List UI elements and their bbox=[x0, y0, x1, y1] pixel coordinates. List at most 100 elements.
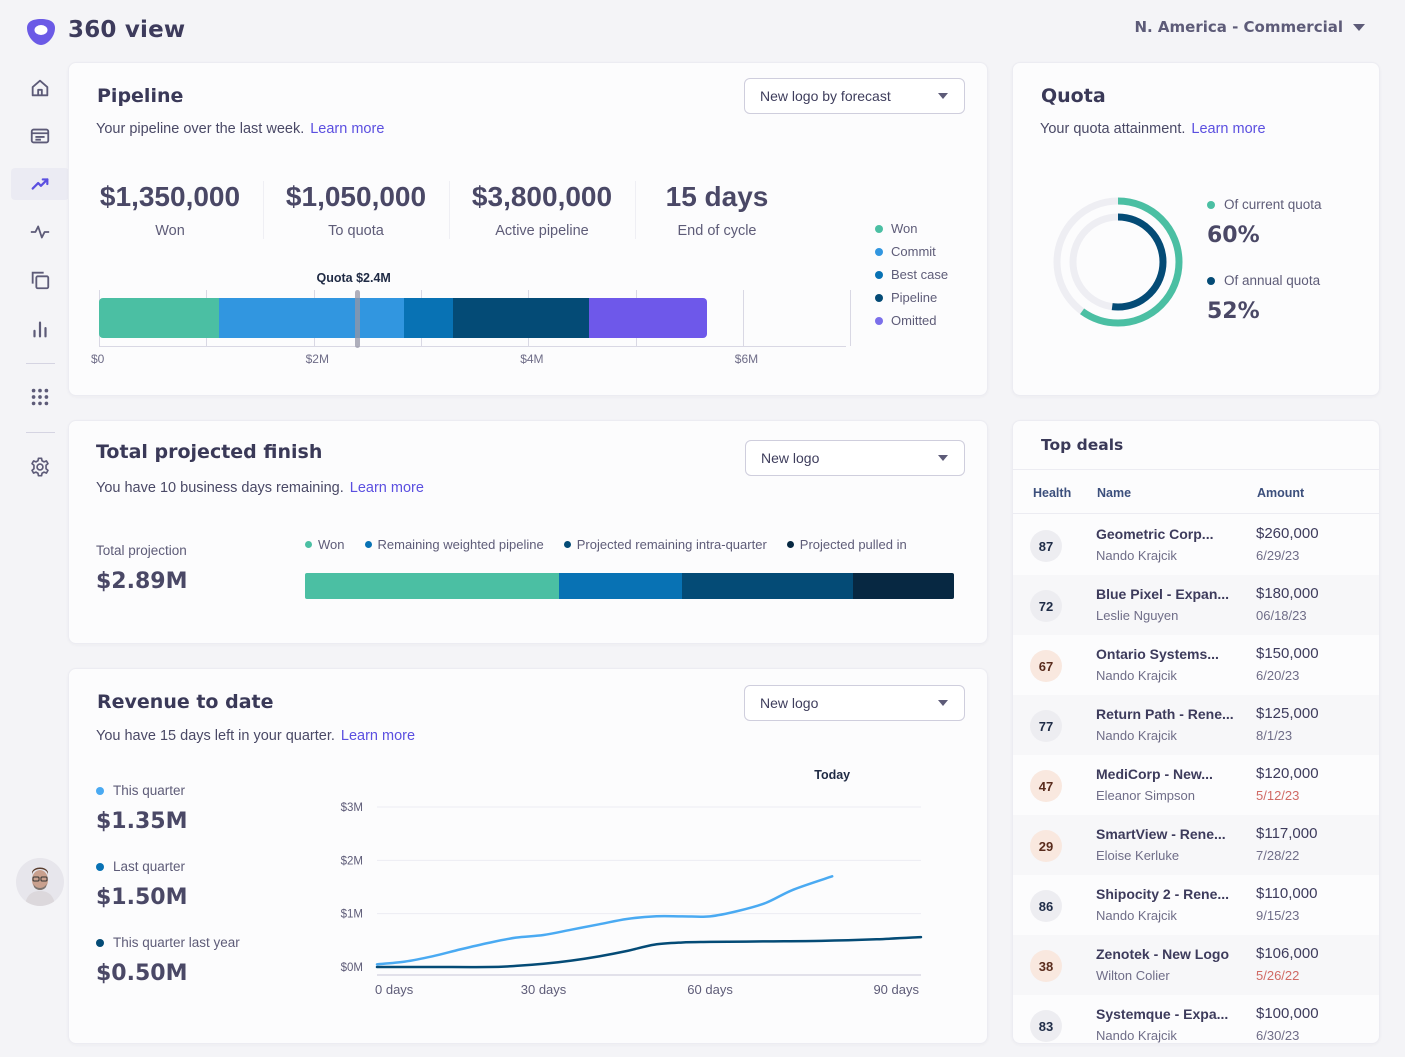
last-quarter-value: $1.50M bbox=[96, 885, 188, 910]
revenue-learn-more-link[interactable]: Learn more bbox=[341, 728, 415, 744]
y-tick-label: $3M bbox=[341, 802, 363, 814]
deal-row[interactable]: 77 Return Path - Rene... Nando Krajcik $125… bbox=[1013, 695, 1379, 755]
x-tick-label: 30 days bbox=[521, 982, 567, 997]
region-selector[interactable]: N. America - Commercial bbox=[1134, 18, 1365, 36]
x-axis-line bbox=[99, 346, 846, 347]
projected-title: Total projected finish bbox=[96, 441, 323, 463]
sidebar-item-inbox[interactable] bbox=[11, 120, 69, 152]
pipeline-chart: Quota $2.4M $0 $2M $4M $6M bbox=[91, 268, 852, 378]
sidebar-item-settings[interactable] bbox=[11, 451, 69, 483]
total-projection-value: $2.89M bbox=[96, 569, 188, 594]
pulse-icon bbox=[30, 225, 50, 239]
deal-owner: Nando Krajcik bbox=[1096, 908, 1177, 923]
revenue-card: Revenue to date You have 15 days left in… bbox=[68, 668, 988, 1044]
deal-row[interactable]: 83 Systemque - Expa... Nando Krajcik $100,0… bbox=[1013, 995, 1379, 1043]
stat-value: 15 days bbox=[665, 181, 769, 212]
region-selector-label: N. America - Commercial bbox=[1134, 18, 1343, 36]
deal-amount: $120,000 bbox=[1256, 765, 1319, 782]
caret-down-icon bbox=[938, 455, 948, 461]
bar-segment-pipeline[interactable] bbox=[453, 298, 590, 338]
total-projection-label: Total projection bbox=[96, 543, 187, 558]
legend-item: Pipeline bbox=[875, 290, 937, 305]
column-header-name[interactable]: Name bbox=[1097, 486, 1131, 500]
deal-name[interactable]: Systemque - Expa... bbox=[1096, 1006, 1228, 1022]
projected-legend: Won Remaining weighted pipeline Projected … bbox=[305, 537, 907, 552]
quota-annual-label-text: Of annual quota bbox=[1224, 273, 1321, 288]
deal-row[interactable]: 67 Ontario Systems... Nando Krajcik $150,00… bbox=[1013, 635, 1379, 695]
legend-dot bbox=[563, 541, 571, 548]
stat-value: $1,050,000 bbox=[285, 181, 427, 212]
bar-segment-projected-pulled-in[interactable] bbox=[852, 573, 954, 599]
projected-select[interactable]: New logo bbox=[745, 440, 965, 476]
deal-name[interactable]: Blue Pixel - Expan... bbox=[1096, 586, 1229, 602]
bar-segment-won[interactable] bbox=[305, 573, 559, 599]
pipeline-title: Pipeline bbox=[97, 85, 184, 107]
revenue-select[interactable]: New logo bbox=[744, 685, 965, 721]
projected-subtitle-text: You have 10 business days remaining. bbox=[96, 480, 344, 496]
stat-divider bbox=[635, 181, 636, 239]
pipeline-learn-more-link[interactable]: Learn more bbox=[310, 121, 384, 137]
bar-segment-projected-remaining-intra-quarter[interactable] bbox=[682, 573, 853, 599]
sidebar-item-trends[interactable] bbox=[11, 168, 69, 200]
deal-name[interactable]: Shipocity 2 - Rene... bbox=[1096, 886, 1229, 902]
bar-segment-won[interactable] bbox=[99, 298, 220, 338]
deal-row[interactable]: 47 MediCorp - New... Eleanor Simpson $120,0… bbox=[1013, 755, 1379, 815]
bar-segment-best-case[interactable] bbox=[403, 298, 454, 338]
deal-name[interactable]: Geometric Corp... bbox=[1096, 526, 1213, 542]
health-score-badge: 29 bbox=[1030, 830, 1062, 862]
sidebar-item-activity[interactable] bbox=[11, 216, 69, 248]
deal-name[interactable]: Zenotek - New Logo bbox=[1096, 946, 1229, 962]
column-header-amount[interactable]: Amount bbox=[1257, 486, 1304, 500]
sidebar-divider bbox=[26, 432, 55, 433]
bar-segment-commit[interactable] bbox=[219, 298, 404, 338]
deal-name[interactable]: SmartView - Rene... bbox=[1096, 826, 1226, 842]
revenue-line-chart: $0M $1M $2M $3M 0 days 30 days 60 days 90 days T… bbox=[341, 768, 923, 997]
stat-divider bbox=[263, 181, 264, 239]
projected-learn-more-link[interactable]: Learn more bbox=[350, 480, 424, 496]
sidebar-item-copies[interactable] bbox=[11, 264, 69, 296]
deal-close-date: 06/18/23 bbox=[1256, 608, 1307, 623]
pipeline-subtitle-text: Your pipeline over the last week. bbox=[96, 121, 305, 137]
deal-row[interactable]: 38 Zenotek - New Logo Wilton Colier $106,00… bbox=[1013, 935, 1379, 995]
quota-learn-more-link[interactable]: Learn more bbox=[1191, 121, 1265, 137]
bar-chart-icon bbox=[33, 321, 47, 338]
sidebar-item-apps[interactable] bbox=[11, 381, 69, 413]
column-header-health[interactable]: Health bbox=[1033, 486, 1071, 500]
deal-row[interactable]: 72 Blue Pixel - Expan... Leslie Nguyen $180… bbox=[1013, 575, 1379, 635]
quota-subtitle: Your quota attainment. Learn more bbox=[1040, 121, 1266, 137]
gridline bbox=[850, 290, 852, 346]
legend-dot bbox=[96, 862, 104, 871]
quota-donut-chart bbox=[1053, 197, 1183, 327]
deal-name[interactable]: Return Path - Rene... bbox=[1096, 706, 1234, 722]
page-title: 360 view bbox=[68, 17, 186, 43]
deal-row[interactable]: 29 SmartView - Rene... Eloise Kerluke $117,… bbox=[1013, 815, 1379, 875]
deal-row[interactable]: 86 Shipocity 2 - Rene... Nando Krajcik $110… bbox=[1013, 875, 1379, 935]
deal-row[interactable]: 87 Geometric Corp... Nando Krajcik $260,000… bbox=[1013, 515, 1379, 575]
stat-value: $3,800,000 bbox=[471, 181, 613, 212]
revenue-select-value: New logo bbox=[760, 695, 819, 711]
legend-dot bbox=[96, 938, 104, 947]
sidebar-item-reports[interactable] bbox=[11, 313, 69, 345]
legend-label: Projected pulled in bbox=[799, 537, 907, 552]
stat-to-quota: $1,050,000 To quota bbox=[281, 181, 431, 239]
projected-select-value: New logo bbox=[761, 450, 820, 466]
last-year-label: This quarter last year bbox=[96, 935, 240, 950]
health-score-badge: 83 bbox=[1030, 1010, 1062, 1042]
bar-segment-omitted[interactable] bbox=[589, 298, 708, 338]
deal-owner: Wilton Colier bbox=[1096, 968, 1170, 983]
bar-segment-remaining-weighted-pipeline[interactable] bbox=[558, 573, 683, 599]
sidebar-item-home[interactable] bbox=[11, 72, 69, 104]
deal-name[interactable]: MediCorp - New... bbox=[1096, 766, 1213, 782]
health-score-badge: 77 bbox=[1030, 710, 1062, 742]
x-tick-label: $2M bbox=[305, 352, 329, 366]
avatar-photo bbox=[16, 858, 64, 906]
series-line-this-quarter bbox=[375, 875, 834, 966]
health-score-badge: 72 bbox=[1030, 590, 1062, 622]
user-avatar[interactable] bbox=[16, 858, 64, 906]
deal-name[interactable]: Ontario Systems... bbox=[1096, 646, 1219, 662]
deal-amount: $106,000 bbox=[1256, 945, 1319, 962]
deal-close-date: 5/12/23 bbox=[1256, 788, 1300, 803]
projected-stacked-bar bbox=[305, 573, 954, 599]
caret-down-icon bbox=[938, 93, 948, 99]
pipeline-forecast-select[interactable]: New logo by forecast bbox=[744, 78, 965, 114]
